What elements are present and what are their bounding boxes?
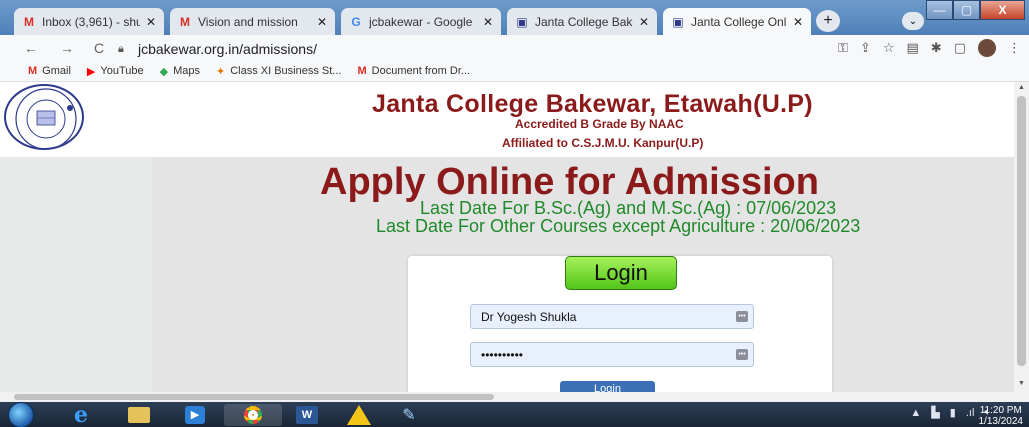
page-viewport: Janta College Bakewar, Etawah(U.P) Accre…: [0, 82, 1014, 392]
extension-icon[interactable]: ▤: [907, 40, 919, 56]
new-tab-button[interactable]: +: [816, 10, 840, 32]
password-manager-icon[interactable]: •••: [736, 311, 748, 322]
maximize-button[interactable]: ▢: [953, 0, 980, 20]
back-button[interactable]: ←: [20, 40, 42, 56]
last-date-other-courses: Last Date For Other Courses except Agric…: [376, 216, 861, 236]
close-icon[interactable]: ✕: [483, 15, 493, 29]
window-controls: — ▢ X: [926, 0, 1026, 20]
bookmark-label: YouTube: [100, 65, 144, 77]
youtube-icon: ▶: [86, 65, 96, 78]
scroll-up-icon[interactable]: ▲: [1017, 84, 1026, 91]
tab-search-button[interactable]: ⌄: [902, 12, 924, 30]
username-field[interactable]: Dr Yogesh Shukla •••: [470, 304, 754, 329]
tab-janta-college-bakewar[interactable]: ▣ Janta College Bakew ✕: [507, 8, 657, 35]
start-button[interactable]: [8, 402, 34, 427]
tab-title: Inbox (3,961) - shuk: [42, 14, 140, 29]
login-submit-button[interactable]: Login: [560, 381, 655, 392]
toolbar-actions: ⚿ ⇪ ☆ ▤ ✱ ▢ ⋮: [838, 39, 1021, 57]
gmail-icon: M: [357, 65, 367, 77]
college-name: Janta College Bakewar, Etawah(U.P): [372, 90, 813, 118]
bookmark-favicon-icon: ✦: [215, 65, 226, 78]
college-favicon-icon: ▣: [516, 14, 528, 29]
close-icon[interactable]: ✕: [317, 15, 327, 29]
reload-button[interactable]: C: [88, 40, 110, 56]
battery-icon[interactable]: ▮: [950, 406, 956, 419]
close-icon[interactable]: ✕: [793, 15, 803, 29]
bookmark-youtube[interactable]: ▶ YouTube: [87, 65, 144, 78]
vertical-scrollbar[interactable]: ▲ ▼: [1014, 82, 1029, 392]
bookmark-label: Gmail: [42, 65, 71, 77]
puzzle-icon[interactable]: ✱: [931, 40, 942, 56]
maps-icon: ◆: [159, 65, 169, 78]
password-field[interactable]: •••••••••• •••: [470, 342, 754, 367]
star-icon[interactable]: ☆: [883, 40, 895, 56]
gmail-icon: M: [180, 14, 190, 29]
gmail-icon: M: [28, 65, 38, 77]
scrollbar-thumb[interactable]: [1017, 96, 1026, 366]
google-icon: G: [351, 14, 361, 29]
horizontal-scrollbar[interactable]: [0, 392, 1029, 402]
url-text: jcbakewar.org.in/admissions/: [138, 41, 317, 57]
scroll-down-icon[interactable]: ▼: [1017, 380, 1026, 387]
network-icon[interactable]: ▙: [931, 406, 939, 419]
windows-taskbar: e ▶ W ✎ ▲ ▙ ▮ .ıl 🔈︎ 11:20 PM 1/13/2024: [0, 402, 1029, 427]
tab-inbox[interactable]: M Inbox (3,961) - shuk ✕: [14, 8, 164, 35]
file-explorer-icon[interactable]: [118, 404, 160, 426]
gmail-icon: M: [24, 14, 34, 29]
college-favicon-icon: ▣: [672, 14, 684, 29]
paint-icon[interactable]: ✎: [388, 404, 430, 426]
tab-vision-mission[interactable]: M Vision and mission ✕: [170, 8, 335, 35]
tab-title: jcbakewar - Google: [369, 14, 473, 29]
lock-icon: 🔒︎: [118, 42, 124, 55]
bookmark-label: Maps: [173, 65, 200, 77]
bookmark-label: Class XI Business St...: [230, 65, 342, 77]
close-window-button[interactable]: X: [980, 0, 1025, 20]
bookmark-gmail[interactable]: M Gmail: [28, 65, 71, 77]
signal-icon[interactable]: .ıl: [966, 407, 975, 419]
site-header: Janta College Bakewar, Etawah(U.P) Accre…: [0, 82, 1014, 157]
username-value: Dr Yogesh Shukla: [481, 309, 577, 324]
clock-date: 1/13/2024: [978, 416, 1024, 427]
menu-icon[interactable]: ⋮: [1008, 40, 1021, 56]
login-heading: Login: [565, 256, 677, 290]
affiliation-text: Affiliated to C.S.J.M.U. Kanpur(U.P): [502, 136, 704, 150]
tab-title: Vision and mission: [198, 14, 298, 29]
left-margin: [0, 157, 152, 392]
browser-toolbar: ← → C 🔒︎ jcbakewar.org.in/admissions/ ⚿ …: [0, 35, 1029, 61]
sidepanel-icon[interactable]: ▢: [954, 40, 966, 56]
tab-janta-college-online[interactable]: ▣ Janta College Onlin ✕: [663, 8, 811, 35]
close-icon[interactable]: ✕: [146, 15, 156, 29]
tab-strip: M Inbox (3,961) - shuk ✕ M Vision and mi…: [0, 0, 1029, 35]
minimize-button[interactable]: —: [926, 0, 953, 20]
bookmark-label: Document from Dr...: [371, 65, 471, 77]
bookmark-maps[interactable]: ◆ Maps: [160, 65, 200, 78]
bookmark-document[interactable]: M Document from Dr...: [357, 65, 470, 77]
clock-time: 11:20 PM: [979, 405, 1022, 416]
password-value: ••••••••••: [481, 347, 524, 362]
media-player-icon[interactable]: ▶: [174, 404, 216, 426]
internet-explorer-icon[interactable]: e: [60, 402, 102, 427]
warning-app-icon[interactable]: [338, 404, 380, 426]
system-clock[interactable]: 11:20 PM 1/13/2024: [979, 405, 1024, 427]
password-manager-icon[interactable]: •••: [736, 349, 748, 360]
bookmark-class-xi[interactable]: ✦ Class XI Business St...: [216, 65, 341, 78]
close-icon[interactable]: ✕: [639, 15, 649, 29]
bookmarks-bar: M Gmail ▶ YouTube ◆ Maps ✦ Class XI Busi…: [0, 61, 1029, 82]
scrollbar-thumb[interactable]: [14, 394, 494, 400]
college-logo: [4, 84, 84, 150]
show-hidden-icons-icon[interactable]: ▲: [910, 407, 921, 419]
share-icon[interactable]: ⇪: [860, 40, 871, 56]
accreditation-text: Accredited B Grade By NAAC: [515, 117, 684, 131]
word-icon[interactable]: W: [286, 404, 328, 426]
tab-title: Janta College Bakew: [535, 14, 633, 29]
avatar[interactable]: [978, 39, 996, 57]
tab-title: Janta College Onlin: [691, 14, 787, 29]
chrome-icon[interactable]: [224, 404, 282, 426]
forward-button[interactable]: →: [56, 40, 78, 56]
tab-google-search[interactable]: G jcbakewar - Google ✕: [341, 8, 501, 35]
key-icon[interactable]: ⚿: [838, 40, 848, 56]
